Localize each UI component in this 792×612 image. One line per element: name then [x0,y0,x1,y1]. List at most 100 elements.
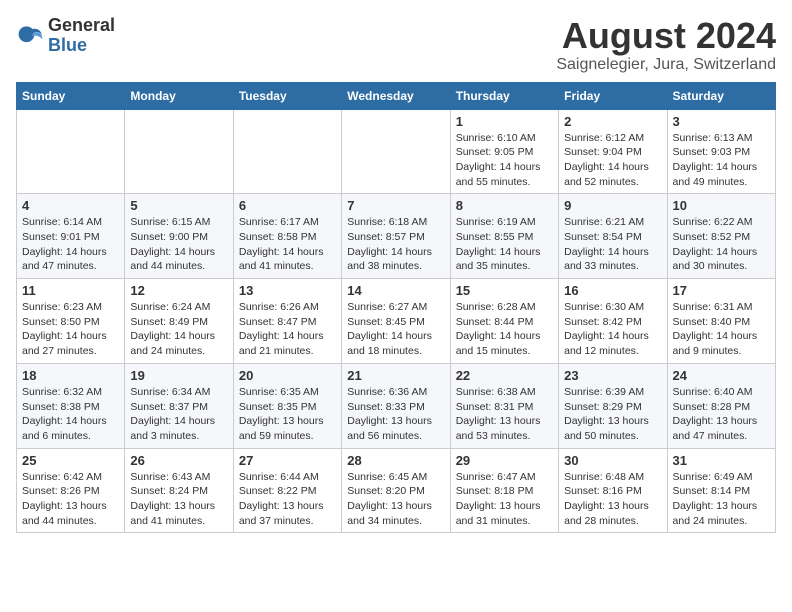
calendar-week-row: 4 Sunrise: 6:14 AMSunset: 9:01 PMDaylight… [17,194,776,279]
day-number: 4 [22,198,119,213]
logo-general-text: General [48,15,115,35]
day-number: 14 [347,283,444,298]
day-number: 12 [130,283,227,298]
day-info: Sunrise: 6:14 AMSunset: 9:01 PMDaylight:… [22,215,119,274]
calendar-day-23: 23Sunrise: 6:39 AMSunset: 8:29 PMDayligh… [559,363,667,448]
calendar-day-19: 19Sunrise: 6:34 AMSunset: 8:37 PMDayligh… [125,363,233,448]
day-number: 15 [456,283,553,298]
day-number: 16 [564,283,661,298]
calendar-day-26: 26 Sunrise: 6:43 AMSunset: 8:24 PMDayligh… [125,448,233,533]
weekday-header-monday: Monday [125,82,233,109]
day-info: Sunrise: 6:49 AMSunset: 8:14 PMDaylight:… [673,470,770,529]
day-number: 6 [239,198,336,213]
page-header: General Blue August 2024 Saignelegier, J… [16,16,776,74]
weekday-header-thursday: Thursday [450,82,558,109]
calendar-empty-cell [17,109,125,194]
calendar-empty-cell [125,109,233,194]
calendar-week-row: 11 Sunrise: 6:23 AMSunset: 8:50 PMDayligh… [17,279,776,364]
day-info: Sunrise: 6:32 AMSunset: 8:38 PMDaylight:… [22,385,119,444]
calendar-day-10: 10Sunrise: 6:22 AMSunset: 8:52 PMDayligh… [667,194,775,279]
day-info: Sunrise: 6:47 AMSunset: 8:18 PMDaylight:… [456,470,553,529]
day-info: Sunrise: 6:22 AMSunset: 8:52 PMDaylight:… [673,215,770,274]
day-number: 28 [347,453,444,468]
day-number: 1 [456,114,553,129]
calendar-week-row: 25 Sunrise: 6:42 AMSunset: 8:26 PMDayligh… [17,448,776,533]
day-info: Sunrise: 6:18 AMSunset: 8:57 PMDaylight:… [347,215,444,274]
day-info: Sunrise: 6:43 AMSunset: 8:24 PMDaylight:… [130,470,227,529]
calendar-empty-cell [233,109,341,194]
day-info: Sunrise: 6:40 AMSunset: 8:28 PMDaylight:… [673,385,770,444]
calendar-day-9: 9Sunrise: 6:21 AMSunset: 8:54 PMDaylight… [559,194,667,279]
day-info: Sunrise: 6:24 AMSunset: 8:49 PMDaylight:… [130,300,227,359]
day-info: Sunrise: 6:31 AMSunset: 8:40 PMDaylight:… [673,300,770,359]
day-number: 2 [564,114,661,129]
calendar-day-5: 5 Sunrise: 6:15 AMSunset: 9:00 PMDaylight… [125,194,233,279]
calendar-day-28: 28Sunrise: 6:45 AMSunset: 8:20 PMDayligh… [342,448,450,533]
day-number: 11 [22,283,119,298]
day-number: 26 [130,453,227,468]
day-info: Sunrise: 6:23 AMSunset: 8:50 PMDaylight:… [22,300,119,359]
day-info: Sunrise: 6:21 AMSunset: 8:54 PMDaylight:… [564,215,661,274]
calendar-day-1: 1 Sunrise: 6:10 AMSunset: 9:05 PMDaylight… [450,109,558,194]
calendar-table: SundayMondayTuesdayWednesdayThursdayFrid… [16,82,776,534]
day-number: 13 [239,283,336,298]
calendar-day-15: 15 Sunrise: 6:28 AMSunset: 8:44 PMDayligh… [450,279,558,364]
calendar-day-30: 30Sunrise: 6:48 AMSunset: 8:16 PMDayligh… [559,448,667,533]
logo: General Blue [16,16,115,56]
calendar-empty-cell [342,109,450,194]
day-number: 7 [347,198,444,213]
day-info: Sunrise: 6:15 AMSunset: 9:00 PMDaylight:… [130,215,227,274]
calendar-day-4: 4 Sunrise: 6:14 AMSunset: 9:01 PMDaylight… [17,194,125,279]
calendar-day-3: 3 Sunrise: 6:13 AMSunset: 9:03 PMDaylight… [667,109,775,194]
calendar-week-row: 1 Sunrise: 6:10 AMSunset: 9:05 PMDaylight… [17,109,776,194]
day-info: Sunrise: 6:17 AMSunset: 8:58 PMDaylight:… [239,215,336,274]
day-number: 30 [564,453,661,468]
calendar-day-22: 22 Sunrise: 6:38 AMSunset: 8:31 PMDayligh… [450,363,558,448]
calendar-day-25: 25 Sunrise: 6:42 AMSunset: 8:26 PMDayligh… [17,448,125,533]
calendar-day-29: 29 Sunrise: 6:47 AMSunset: 8:18 PMDayligh… [450,448,558,533]
weekday-header-wednesday: Wednesday [342,82,450,109]
day-number: 25 [22,453,119,468]
day-info: Sunrise: 6:13 AMSunset: 9:03 PMDaylight:… [673,131,770,190]
day-number: 31 [673,453,770,468]
calendar-day-6: 6 Sunrise: 6:17 AMSunset: 8:58 PMDaylight… [233,194,341,279]
calendar-day-17: 17Sunrise: 6:31 AMSunset: 8:40 PMDayligh… [667,279,775,364]
day-info: Sunrise: 6:30 AMSunset: 8:42 PMDaylight:… [564,300,661,359]
day-info: Sunrise: 6:28 AMSunset: 8:44 PMDaylight:… [456,300,553,359]
weekday-header-tuesday: Tuesday [233,82,341,109]
calendar-day-13: 13 Sunrise: 6:26 AMSunset: 8:47 PMDayligh… [233,279,341,364]
day-number: 23 [564,368,661,383]
calendar-day-11: 11 Sunrise: 6:23 AMSunset: 8:50 PMDayligh… [17,279,125,364]
day-number: 22 [456,368,553,383]
calendar-day-18: 18 Sunrise: 6:32 AMSunset: 8:38 PMDayligh… [17,363,125,448]
day-info: Sunrise: 6:12 AMSunset: 9:04 PMDaylight:… [564,131,661,190]
weekday-header-sunday: Sunday [17,82,125,109]
calendar-day-31: 31 Sunrise: 6:49 AMSunset: 8:14 PMDayligh… [667,448,775,533]
day-info: Sunrise: 6:19 AMSunset: 8:55 PMDaylight:… [456,215,553,274]
calendar-day-20: 20 Sunrise: 6:35 AMSunset: 8:35 PMDayligh… [233,363,341,448]
day-number: 29 [456,453,553,468]
day-number: 5 [130,198,227,213]
calendar-day-2: 2 Sunrise: 6:12 AMSunset: 9:04 PMDaylight… [559,109,667,194]
day-info: Sunrise: 6:35 AMSunset: 8:35 PMDaylight:… [239,385,336,444]
weekday-header-saturday: Saturday [667,82,775,109]
calendar-day-12: 12 Sunrise: 6:24 AMSunset: 8:49 PMDayligh… [125,279,233,364]
day-number: 8 [456,198,553,213]
day-number: 24 [673,368,770,383]
day-number: 20 [239,368,336,383]
day-number: 3 [673,114,770,129]
calendar-week-row: 18 Sunrise: 6:32 AMSunset: 8:38 PMDayligh… [17,363,776,448]
weekday-header-row: SundayMondayTuesdayWednesdayThursdayFrid… [17,82,776,109]
day-info: Sunrise: 6:26 AMSunset: 8:47 PMDaylight:… [239,300,336,359]
day-info: Sunrise: 6:38 AMSunset: 8:31 PMDaylight:… [456,385,553,444]
title-block: August 2024 Saignelegier, Jura, Switzerl… [556,16,776,74]
calendar-day-16: 16 Sunrise: 6:30 AMSunset: 8:42 PMDayligh… [559,279,667,364]
day-info: Sunrise: 6:44 AMSunset: 8:22 PMDaylight:… [239,470,336,529]
day-info: Sunrise: 6:10 AMSunset: 9:05 PMDaylight:… [456,131,553,190]
day-number: 21 [347,368,444,383]
calendar-subtitle: Saignelegier, Jura, Switzerland [556,56,776,74]
calendar-day-21: 21Sunrise: 6:36 AMSunset: 8:33 PMDayligh… [342,363,450,448]
day-number: 18 [22,368,119,383]
calendar-day-27: 27Sunrise: 6:44 AMSunset: 8:22 PMDayligh… [233,448,341,533]
day-info: Sunrise: 6:42 AMSunset: 8:26 PMDaylight:… [22,470,119,529]
